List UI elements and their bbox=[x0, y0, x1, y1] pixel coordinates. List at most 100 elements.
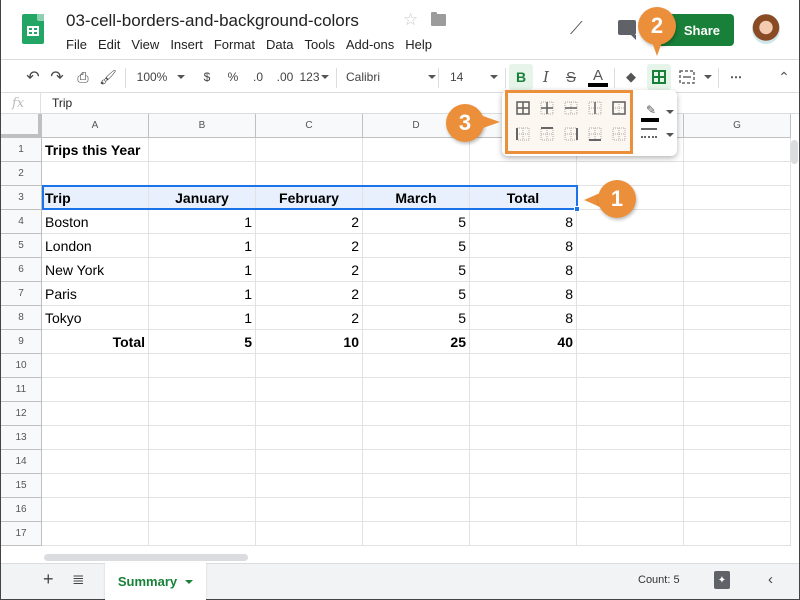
cell[interactable] bbox=[577, 498, 684, 522]
fill-handle[interactable] bbox=[574, 206, 580, 212]
cell[interactable]: 2 bbox=[256, 210, 363, 234]
cell[interactable] bbox=[577, 474, 684, 498]
cell[interactable]: 1 bbox=[149, 306, 256, 330]
clear-borders-icon[interactable] bbox=[612, 127, 626, 141]
cell[interactable] bbox=[256, 402, 363, 426]
explore-icon[interactable]: ✦ bbox=[714, 571, 730, 589]
collapse-toolbar-icon[interactable]: ⌃ bbox=[776, 67, 792, 87]
row-header[interactable]: 1 bbox=[1, 138, 42, 162]
cell[interactable] bbox=[363, 378, 470, 402]
cell[interactable] bbox=[684, 186, 791, 210]
vertical-borders-icon[interactable] bbox=[588, 101, 602, 115]
row-header[interactable]: 14 bbox=[1, 450, 42, 474]
cell[interactable] bbox=[149, 402, 256, 426]
strikethrough-button[interactable]: S bbox=[562, 67, 580, 87]
menu-help[interactable]: Help bbox=[405, 37, 432, 52]
sheet-tab-summary[interactable]: Summary bbox=[105, 563, 206, 600]
cell[interactable] bbox=[149, 138, 256, 162]
cell[interactable] bbox=[684, 258, 791, 282]
cell[interactable]: Tokyo bbox=[42, 306, 149, 330]
cell[interactable] bbox=[684, 402, 791, 426]
cell[interactable] bbox=[470, 378, 577, 402]
cell[interactable] bbox=[363, 138, 470, 162]
menu-addons[interactable]: Add-ons bbox=[346, 37, 394, 52]
cell[interactable] bbox=[684, 234, 791, 258]
row-header[interactable]: 3 bbox=[1, 186, 42, 210]
cell[interactable] bbox=[149, 162, 256, 186]
menu-data[interactable]: Data bbox=[266, 37, 293, 52]
fill-color-icon[interactable]: ◆ bbox=[622, 67, 640, 87]
cell[interactable]: 8 bbox=[470, 258, 577, 282]
cell[interactable] bbox=[149, 426, 256, 450]
cell[interactable] bbox=[149, 498, 256, 522]
cell[interactable] bbox=[256, 354, 363, 378]
increase-decimals-button[interactable]: .00 bbox=[274, 67, 296, 87]
bottom-border-icon[interactable] bbox=[588, 127, 602, 141]
cell[interactable]: 5 bbox=[363, 234, 470, 258]
cell[interactable] bbox=[577, 258, 684, 282]
pencil-icon[interactable]: ✎ bbox=[641, 100, 661, 120]
cell[interactable] bbox=[42, 522, 149, 546]
folder-icon[interactable] bbox=[431, 12, 446, 26]
cell[interactable]: Trip bbox=[42, 186, 149, 210]
print-icon[interactable]: ⎙ bbox=[74, 67, 92, 87]
cell[interactable]: 8 bbox=[470, 234, 577, 258]
horizontal-borders-icon[interactable] bbox=[564, 101, 578, 115]
cell[interactable] bbox=[42, 162, 149, 186]
cell[interactable]: 40 bbox=[470, 330, 577, 354]
cell[interactable]: 10 bbox=[256, 330, 363, 354]
cell[interactable]: 8 bbox=[470, 306, 577, 330]
cell[interactable]: February bbox=[256, 186, 363, 210]
cell[interactable] bbox=[363, 498, 470, 522]
cell[interactable] bbox=[256, 138, 363, 162]
row-header[interactable]: 10 bbox=[1, 354, 42, 378]
cell[interactable]: 5 bbox=[363, 210, 470, 234]
cell[interactable] bbox=[577, 522, 684, 546]
cell[interactable] bbox=[577, 402, 684, 426]
font-size-select[interactable]: 14 bbox=[450, 67, 498, 87]
row-header[interactable]: 15 bbox=[1, 474, 42, 498]
cell[interactable] bbox=[470, 450, 577, 474]
cell[interactable]: 1 bbox=[149, 258, 256, 282]
cell[interactable]: Total bbox=[42, 330, 149, 354]
cell[interactable] bbox=[684, 330, 791, 354]
font-select[interactable]: Calibri bbox=[346, 67, 436, 87]
cell[interactable] bbox=[577, 378, 684, 402]
status-count[interactable]: Count: 5 bbox=[638, 574, 680, 586]
zoom-select[interactable]: 100% bbox=[136, 67, 186, 87]
cell[interactable] bbox=[363, 450, 470, 474]
cell[interactable] bbox=[363, 162, 470, 186]
menu-format[interactable]: Format bbox=[214, 37, 255, 52]
cell[interactable] bbox=[684, 474, 791, 498]
cell[interactable]: Paris bbox=[42, 282, 149, 306]
column-header[interactable]: G bbox=[684, 114, 791, 138]
cell[interactable] bbox=[149, 522, 256, 546]
more-options-icon[interactable]: ⋯ bbox=[726, 67, 746, 87]
cell[interactable]: 5 bbox=[363, 282, 470, 306]
collapse-side-panel-icon[interactable]: ‹ bbox=[768, 571, 773, 588]
column-header[interactable]: A bbox=[42, 114, 149, 138]
cell[interactable] bbox=[149, 378, 256, 402]
border-style-icon[interactable] bbox=[641, 128, 657, 138]
bold-button[interactable]: B bbox=[509, 64, 533, 90]
row-header[interactable]: 11 bbox=[1, 378, 42, 402]
top-border-icon[interactable] bbox=[540, 127, 554, 141]
left-border-icon[interactable] bbox=[516, 127, 530, 141]
cell[interactable] bbox=[363, 426, 470, 450]
row-header[interactable]: 5 bbox=[1, 234, 42, 258]
cell[interactable]: 2 bbox=[256, 258, 363, 282]
column-header[interactable]: C bbox=[256, 114, 363, 138]
merge-cells-icon[interactable] bbox=[678, 67, 696, 87]
row-header[interactable]: 9 bbox=[1, 330, 42, 354]
cell[interactable] bbox=[42, 426, 149, 450]
cell[interactable]: March bbox=[363, 186, 470, 210]
cell[interactable] bbox=[684, 282, 791, 306]
cell[interactable] bbox=[470, 402, 577, 426]
row-header[interactable]: 6 bbox=[1, 258, 42, 282]
cell[interactable] bbox=[256, 378, 363, 402]
cell[interactable] bbox=[684, 522, 791, 546]
cell[interactable] bbox=[363, 522, 470, 546]
trending-icon[interactable]: ⟋ bbox=[570, 18, 583, 39]
cell[interactable] bbox=[256, 474, 363, 498]
inner-borders-icon[interactable] bbox=[540, 101, 554, 115]
